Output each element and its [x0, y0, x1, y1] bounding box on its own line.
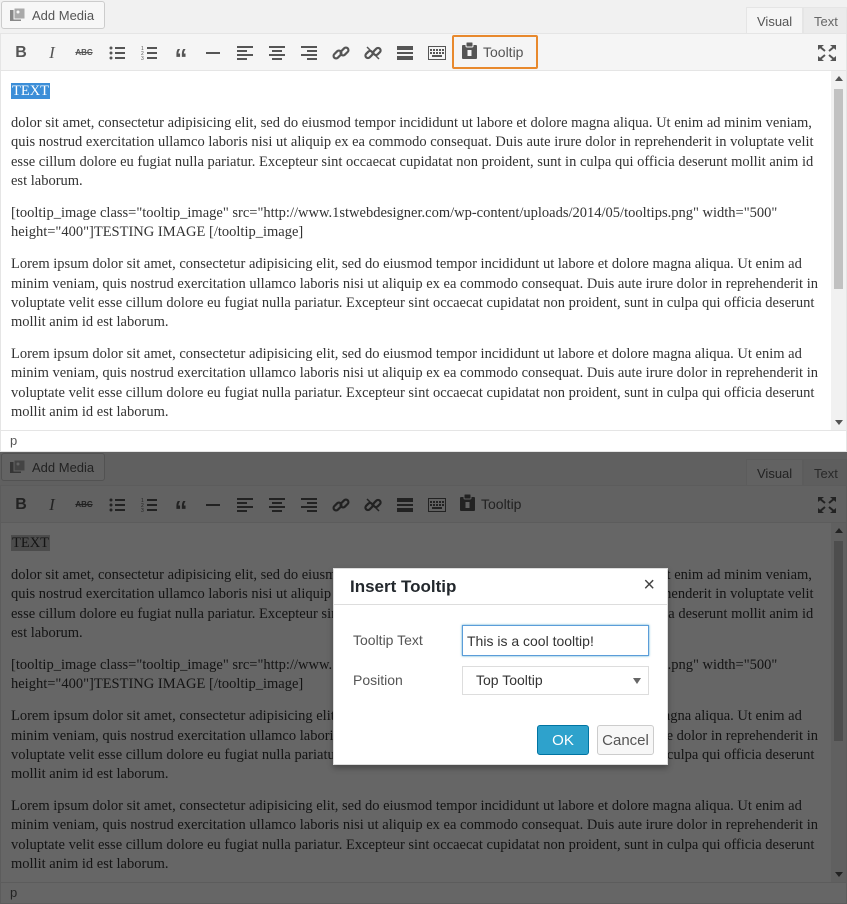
svg-text:3: 3: [141, 56, 144, 60]
read-more-icon[interactable]: [392, 39, 418, 66]
align-center-icon[interactable]: [264, 39, 290, 66]
add-media-button[interactable]: Add Media: [1, 1, 106, 29]
chevron-down-icon: [633, 678, 641, 684]
insert-tooltip-dialog: Insert Tooltip × Tooltip Text Position T…: [333, 568, 668, 765]
numbered-list-icon[interactable]: 123: [136, 39, 162, 66]
scroll-down-icon[interactable]: [835, 420, 843, 425]
editor-panel-top: Add Media Visual Text B I ABC 123 “ Tool: [0, 0, 847, 452]
element-path: p: [1, 430, 846, 451]
paragraph-1: dolor sit amet, consectetur adipisicing …: [11, 115, 814, 189]
paragraph-3: Lorem ipsum dolor sit amet, consectetur …: [11, 346, 818, 420]
bold-icon[interactable]: B: [8, 39, 34, 66]
paragraph-2: Lorem ipsum dolor sit amet, consectetur …: [11, 256, 818, 331]
shortcode-paragraph: [tooltip_image class="tooltip_image" src…: [11, 205, 778, 241]
selected-text: TEXT: [11, 83, 51, 99]
vertical-scrollbar[interactable]: [831, 71, 846, 430]
media-bar: Add Media Visual Text: [0, 0, 847, 34]
bullet-list-icon[interactable]: [104, 39, 130, 66]
align-left-icon[interactable]: [232, 39, 258, 66]
tooltip-text-input[interactable]: [462, 625, 649, 656]
scroll-thumb[interactable]: [834, 89, 843, 289]
strikethrough-icon[interactable]: ABC: [71, 39, 97, 66]
blockquote-icon[interactable]: “: [168, 39, 194, 71]
editor-content[interactable]: TEXT dolor sit amet, consectetur adipisi…: [1, 71, 830, 430]
add-media-label: Add Media: [32, 7, 95, 23]
align-right-icon[interactable]: [296, 39, 322, 66]
position-select-value: Top Tooltip: [476, 672, 543, 688]
toolbar-toggle-icon[interactable]: [424, 39, 450, 66]
horizontal-rule-icon[interactable]: [200, 39, 226, 66]
tab-visual[interactable]: Visual: [746, 7, 804, 34]
clipboard-icon: [462, 41, 477, 62]
editor: B I ABC 123 “ Tooltip TEXT dolor s: [0, 33, 847, 452]
position-select[interactable]: Top Tooltip: [462, 666, 649, 695]
position-label: Position: [353, 672, 403, 688]
editor-toolbar: B I ABC 123 “ Tooltip: [1, 34, 846, 71]
insert-link-icon[interactable]: [328, 39, 354, 66]
fullscreen-icon[interactable]: [814, 39, 840, 66]
cancel-button[interactable]: Cancel: [597, 725, 654, 755]
close-icon[interactable]: ×: [643, 575, 655, 595]
tooltip-button[interactable]: Tooltip: [452, 35, 538, 69]
scroll-up-icon[interactable]: [835, 76, 843, 81]
dialog-title: Insert Tooltip: [350, 577, 457, 596]
dialog-header: Insert Tooltip ×: [334, 569, 667, 605]
ok-button[interactable]: OK: [537, 725, 589, 755]
media-icon: [9, 7, 27, 23]
tab-text[interactable]: Text: [803, 7, 847, 34]
remove-link-icon[interactable]: [360, 39, 386, 66]
tooltip-button-label: Tooltip: [483, 44, 524, 60]
italic-icon[interactable]: I: [39, 39, 65, 66]
tooltip-text-label: Tooltip Text: [353, 632, 423, 648]
